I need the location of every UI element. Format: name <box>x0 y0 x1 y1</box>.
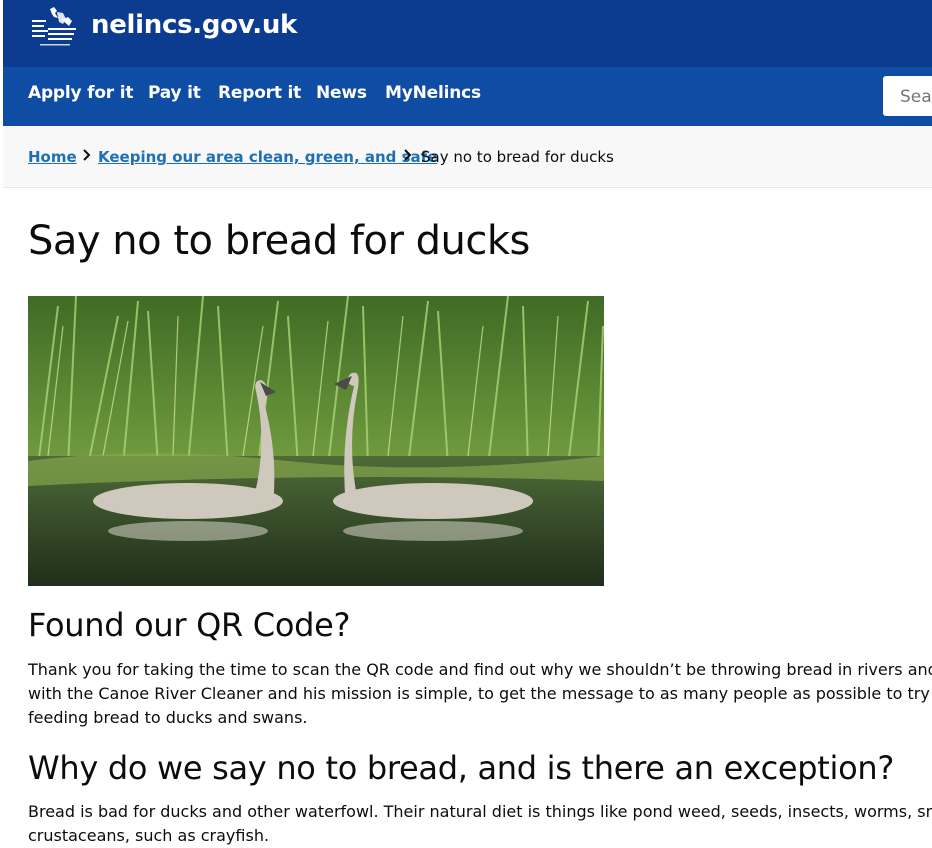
breadcrumb-home-link[interactable]: Home <box>28 148 77 166</box>
paragraph-line: Thank you for taking the time to scan th… <box>28 660 932 679</box>
site-name-link[interactable]: nelincs.gov.uk <box>91 10 297 40</box>
site-header: nelincs.gov.uk <box>3 0 932 67</box>
nav-item-mynelincs[interactable]: MyNelincs <box>385 83 481 103</box>
section-qr-code-text: Thank you for taking the time to scan th… <box>28 658 932 730</box>
nav-item-apply-for-it[interactable]: Apply for it <box>28 83 133 103</box>
chevron-right-icon <box>404 149 412 161</box>
breadcrumb-current: Say no to bread for ducks <box>421 148 614 166</box>
council-logo[interactable] <box>30 6 80 50</box>
chevron-right-icon <box>83 149 91 161</box>
nav-item-news[interactable]: News <box>316 83 367 103</box>
breadcrumb-section-link[interactable]: Keeping our area clean, green, and safe <box>98 148 437 166</box>
paragraph-line: feeding bread to ducks and swans. <box>28 708 308 727</box>
search-input[interactable]: Search <box>883 76 932 116</box>
paragraph-line: crustaceans, such as crayfish. <box>28 826 270 845</box>
section-heading-why-no-bread: Why do we say no to bread, and is there … <box>28 749 895 787</box>
breadcrumb: Home Keeping our area clean, green, and … <box>3 126 932 188</box>
nav-item-report-it[interactable]: Report it <box>218 83 301 103</box>
main-navigation: Apply for it Pay it Report it News MyNel… <box>3 67 932 126</box>
nav-item-pay-it[interactable]: Pay it <box>148 83 201 103</box>
paragraph-line: with the Canoe River Cleaner and his mis… <box>28 684 932 703</box>
paragraph-line: Bread is bad for ducks and other waterfo… <box>28 802 932 821</box>
section-why-no-bread-text: Bread is bad for ducks and other waterfo… <box>28 800 932 848</box>
page-title: Say no to bread for ducks <box>28 218 530 264</box>
swans-image <box>28 296 604 586</box>
section-heading-qr-code: Found our QR Code? <box>28 606 351 644</box>
